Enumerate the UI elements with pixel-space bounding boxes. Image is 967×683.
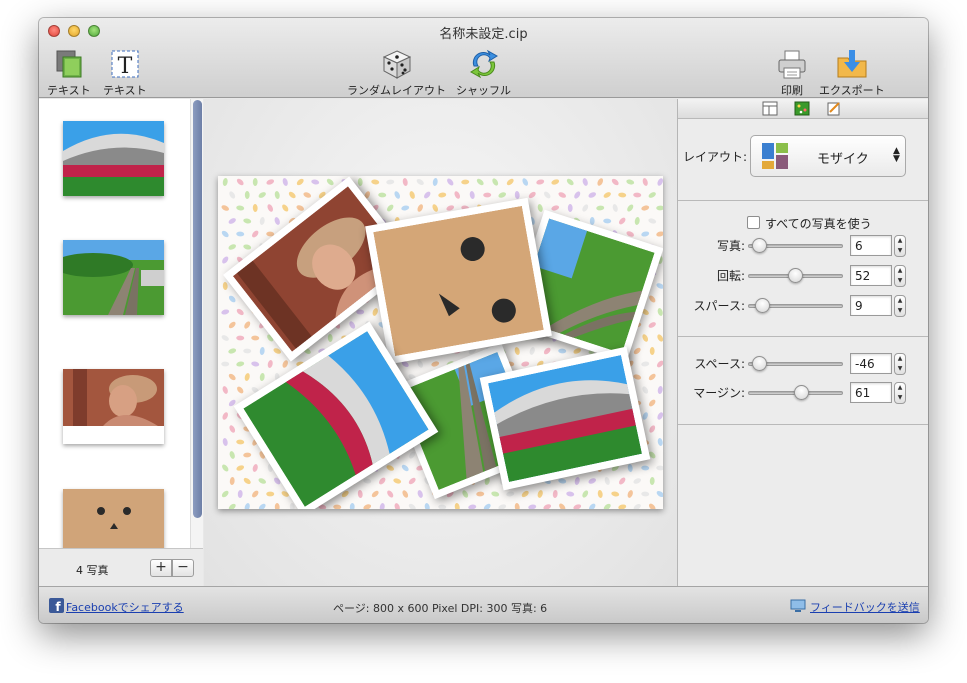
photos-label: 写真: bbox=[716, 239, 745, 253]
text-box-icon bbox=[56, 50, 82, 78]
shuffle-button[interactable]: シャッフル bbox=[456, 48, 511, 98]
sparse-slider-knob[interactable] bbox=[755, 298, 771, 313]
inspector-tabs bbox=[678, 99, 928, 119]
sidebar-scroll-thumb[interactable] bbox=[193, 100, 202, 518]
page-info: ページ: 800 x 600 Pixel DPI: 300 写真: 6 bbox=[333, 602, 548, 615]
layout-value: モザイク bbox=[817, 152, 869, 167]
dice-icon bbox=[382, 50, 411, 79]
stadium-photo bbox=[487, 354, 643, 483]
text-tool-button-1[interactable]: テキスト bbox=[47, 48, 91, 98]
svg-text:T: T bbox=[117, 54, 132, 79]
woman-hat-photo bbox=[63, 369, 164, 426]
app-window: 名称未設定.cip テキスト T テキスト ランダムレイアウト シャッフル 印刷… bbox=[39, 18, 928, 623]
text-tool-button-2[interactable]: T テキスト bbox=[103, 48, 147, 98]
svg-text:f: f bbox=[55, 600, 61, 613]
photos-stepper[interactable]: ▲ ▼ bbox=[894, 235, 906, 257]
collage-photo-cardboard[interactable] bbox=[365, 197, 552, 365]
edit-tab-icon[interactable] bbox=[826, 101, 842, 116]
feedback-icon bbox=[790, 599, 806, 612]
canvas-area bbox=[204, 99, 677, 586]
section-divider bbox=[678, 200, 928, 201]
random-layout-button[interactable]: ランダムレイアウト bbox=[347, 48, 446, 98]
export-folder-icon bbox=[837, 50, 867, 78]
margin-value-field[interactable]: 61 bbox=[850, 382, 892, 403]
text-insert-icon: T bbox=[111, 50, 139, 79]
thumbnail-railway[interactable] bbox=[63, 240, 164, 315]
rotation-slider-knob[interactable] bbox=[788, 268, 803, 283]
mosaic-icon bbox=[762, 143, 788, 169]
cardboard-box-photo bbox=[373, 205, 544, 357]
print-button[interactable]: 印刷 bbox=[777, 48, 807, 98]
thumbnail-stadium[interactable] bbox=[63, 121, 164, 196]
sparse-stepper[interactable]: ▲ ▼ bbox=[894, 295, 906, 317]
export-button[interactable]: エクスポート bbox=[819, 48, 885, 98]
send-feedback-link[interactable]: フィードバックを送信 bbox=[810, 599, 920, 615]
photo-sidebar: 4 写真 + − bbox=[39, 99, 203, 586]
rotation-stepper[interactable]: ▲ ▼ bbox=[894, 265, 906, 287]
layout-select[interactable]: モザイク ▲ ▼ bbox=[750, 135, 906, 177]
remove-photo-button[interactable]: − bbox=[172, 559, 194, 577]
space-slider-knob[interactable] bbox=[752, 356, 767, 371]
margin-label: マージン: bbox=[693, 386, 745, 400]
space-stepper[interactable]: ▲ ▼ bbox=[894, 353, 906, 375]
use-all-photos-checkbox[interactable] bbox=[747, 216, 760, 229]
stadium-photo bbox=[63, 121, 164, 196]
rotation-label: 回転: bbox=[716, 269, 745, 283]
window-title: 名称未設定.cip bbox=[439, 27, 528, 42]
space-value-field[interactable]: -46 bbox=[850, 353, 892, 374]
use-all-photos-label: すべての写真を使う bbox=[765, 217, 872, 231]
photos-slider-knob[interactable] bbox=[752, 238, 767, 253]
shuffle-arrows-icon bbox=[469, 49, 498, 79]
background-tab-icon[interactable] bbox=[794, 101, 810, 116]
section-divider bbox=[678, 424, 928, 425]
railway-photo bbox=[63, 240, 164, 315]
layout-label: レイアウト: bbox=[683, 150, 748, 164]
space-label: スペース: bbox=[694, 357, 745, 371]
margin-slider-knob[interactable] bbox=[794, 385, 810, 400]
collage-page[interactable] bbox=[218, 176, 663, 509]
sparse-label: スパース: bbox=[693, 299, 745, 313]
facebook-share-link[interactable]: Facebookでシェアする bbox=[66, 599, 184, 615]
title-bar: 名称未設定.cip テキスト T テキスト ランダムレイアウト シャッフル 印刷… bbox=[39, 18, 928, 98]
layout-tab-icon[interactable] bbox=[762, 101, 778, 116]
printer-icon bbox=[778, 50, 806, 79]
facebook-icon: f bbox=[49, 598, 64, 613]
sidebar-scrollbar[interactable] bbox=[190, 99, 203, 548]
margin-stepper[interactable]: ▲ ▼ bbox=[894, 382, 906, 404]
section-divider bbox=[678, 336, 928, 337]
add-photo-button[interactable]: + bbox=[150, 559, 172, 577]
select-arrows-icon: ▲ ▼ bbox=[893, 146, 900, 164]
status-bar: f Facebookでシェアする ページ: 800 x 600 Pixel DP… bbox=[39, 586, 928, 623]
sparse-value-field[interactable]: 9 bbox=[850, 295, 892, 316]
photos-value-field[interactable]: 6 bbox=[850, 235, 892, 256]
sidebar-footer: 4 写真 + − bbox=[39, 548, 203, 586]
thumbnail-woman[interactable] bbox=[63, 369, 164, 444]
rotation-value-field[interactable]: 52 bbox=[850, 265, 892, 286]
inspector-panel: レイアウト: モザイク ▲ ▼ すべての写真を使う 写真: 6 ▲ ▼ 回転: 52 ▲ ▼ スパ… bbox=[677, 99, 928, 586]
photo-count: 4 写真 bbox=[76, 564, 109, 577]
